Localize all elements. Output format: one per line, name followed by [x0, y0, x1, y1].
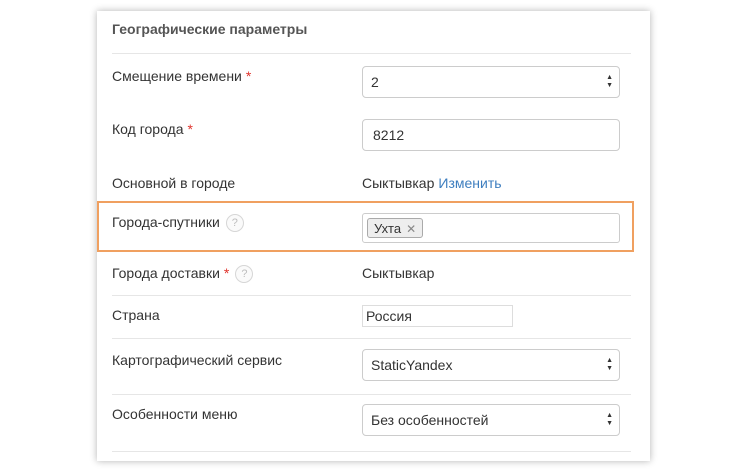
map-service-value: StaticYandex [371, 357, 453, 373]
required-marker: * [187, 121, 193, 137]
select-arrows-icon: ▲ ▼ [606, 357, 613, 372]
geo-params-panel: Географические параметры Смещение времен… [97, 11, 650, 461]
country-input[interactable]: Россия [362, 305, 513, 327]
map-service-select[interactable]: StaticYandex ▲ ▼ [362, 349, 620, 381]
time-offset-value: 2 [371, 74, 379, 90]
select-arrows-icon: ▲ ▼ [606, 412, 613, 427]
main-city-label: Основной в городе [112, 175, 236, 191]
menu-features-row: Особенности меню Без особенностей ▲ ▼ [112, 394, 631, 452]
menu-features-value: Без особенностей [371, 412, 489, 428]
highlight-frame [97, 201, 634, 252]
main-city-row: Основной в городе Сыктывкар Изменить [112, 165, 631, 203]
select-arrows-icon: ▲ ▼ [606, 74, 613, 89]
time-offset-label: Смещение времени * [112, 68, 252, 84]
time-offset-row: Смещение времени * 2 ▲ ▼ [112, 53, 631, 110]
change-main-city-link[interactable]: Изменить [438, 175, 501, 191]
delivery-cities-label: Города доставки *? [112, 265, 254, 284]
city-code-label: Код города * [112, 121, 193, 137]
help-icon[interactable]: ? [235, 265, 254, 284]
menu-features-label: Особенности меню [112, 406, 238, 422]
map-service-row: Картографический сервис StaticYandex ▲ ▼ [112, 338, 631, 395]
panel-title: Географические параметры [112, 21, 308, 37]
required-marker: * [223, 265, 230, 281]
country-label: Страна [112, 307, 160, 323]
map-service-label: Картографический сервис [112, 352, 283, 368]
menu-features-select[interactable]: Без особенностей ▲ ▼ [362, 404, 620, 436]
main-city-value: Сыктывкар Изменить [362, 175, 502, 191]
city-code-input[interactable]: 8212 [362, 119, 620, 151]
delivery-cities-row: Города доставки *? Сыктывкар [112, 253, 631, 296]
city-code-row: Код города * 8212 [112, 109, 631, 165]
required-marker: * [245, 68, 252, 84]
delivery-cities-value: Сыктывкар [362, 265, 435, 281]
time-offset-select[interactable]: 2 ▲ ▼ [362, 66, 620, 98]
country-row: Страна Россия [112, 296, 631, 338]
